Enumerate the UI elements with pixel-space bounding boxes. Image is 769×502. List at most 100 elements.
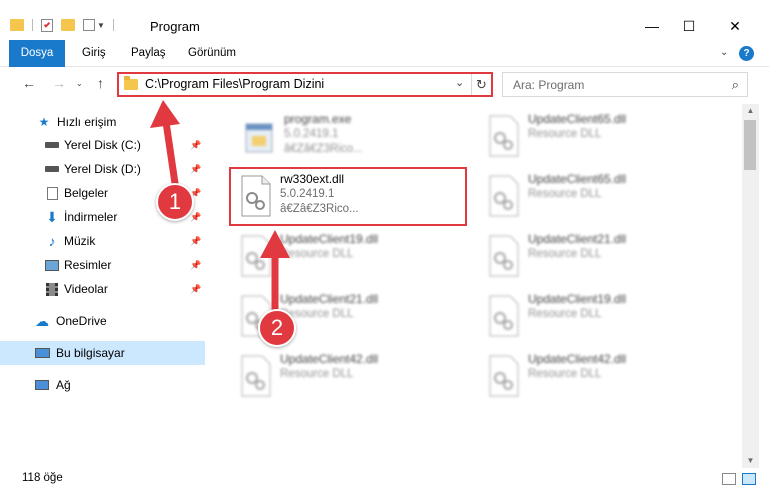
nav-label: İndirmeler: [64, 210, 118, 224]
chevron-down-icon[interactable]: ⌄: [455, 76, 464, 89]
nav-label: Yerel Disk (C:): [64, 138, 141, 152]
downloads-icon: ⬇: [46, 208, 58, 225]
search-icon[interactable]: ⌕: [732, 77, 739, 93]
file-name: UpdateClient19.dll: [280, 232, 379, 246]
nav-label: OneDrive: [56, 314, 107, 328]
file-name: UpdateClient65.dll: [528, 112, 627, 126]
scrollbar-thumb[interactable]: [744, 120, 756, 170]
close-button[interactable]: ✕: [712, 12, 758, 40]
maximize-button[interactable]: ☐: [666, 12, 712, 40]
file-name: UpdateClient21.dll: [528, 232, 627, 246]
star-icon: ★: [38, 115, 50, 129]
music-icon: ♪: [48, 233, 56, 249]
quick-access-toolbar: ▼: [10, 16, 114, 34]
properties-icon[interactable]: [41, 18, 53, 32]
address-bar[interactable]: C:\Program Files\Program Dizini ⌄ ↻: [117, 72, 493, 97]
pictures-icon: [44, 258, 60, 272]
file-item[interactable]: UpdateClient21.dll Resource DLL: [480, 230, 720, 288]
details-view-icon[interactable]: [722, 473, 736, 485]
nav-item-drive-d[interactable]: Yerel Disk (D:) 📌: [0, 157, 205, 181]
file-item[interactable]: UpdateClient19.dll Resource DLL: [232, 230, 472, 288]
scroll-down-icon[interactable]: ▼: [742, 454, 759, 468]
up-arrow-icon[interactable]: ↑: [97, 75, 104, 91]
pin-icon[interactable]: 📌: [190, 212, 201, 223]
help-icon[interactable]: ?: [739, 46, 754, 61]
new-folder-icon[interactable]: [61, 19, 75, 31]
file-type: Resource DLL: [280, 248, 354, 260]
scroll-up-icon[interactable]: ▲: [742, 104, 759, 118]
divider: [112, 19, 114, 31]
nav-label: Müzik: [64, 234, 96, 248]
nav-label: Hızlı erişim: [57, 115, 117, 129]
dll-file-icon: [489, 355, 519, 397]
nav-item-music[interactable]: ♪ Müzik 📌: [0, 229, 205, 253]
nav-item-videos[interactable]: Videolar 📌: [0, 277, 205, 301]
pin-icon[interactable]: 📌: [190, 284, 201, 295]
nav-label: Bu bilgisayar: [56, 346, 125, 360]
title-bar: ▼ Program — ☐ ✕: [0, 0, 769, 40]
window-title: Program: [150, 19, 200, 34]
drive-icon: [44, 138, 60, 152]
nav-label: Videolar: [64, 282, 108, 296]
view-options-icon[interactable]: [83, 19, 95, 31]
status-bar: 118 öğe: [0, 468, 769, 502]
nav-item-network[interactable]: Ağ: [0, 373, 205, 397]
address-path[interactable]: C:\Program Files\Program Dizini: [145, 77, 324, 91]
file-item[interactable]: UpdateClient19.dll Resource DLL: [480, 290, 720, 348]
nav-item-pictures[interactable]: Resimler 📌: [0, 253, 205, 277]
nav-item-drive-c[interactable]: Yerel Disk (C:) 📌: [0, 133, 205, 157]
forward-arrow-icon[interactable]: →: [52, 75, 66, 91]
file-name: program.exe: [284, 112, 352, 126]
large-icons-view-icon[interactable]: [742, 473, 756, 485]
computer-icon: [34, 346, 50, 360]
nav-label: Yerel Disk (D:): [64, 162, 141, 176]
pin-icon[interactable]: 📌: [190, 236, 201, 247]
folder-icon[interactable]: [10, 19, 24, 31]
dll-file-icon: [489, 115, 519, 157]
back-arrow-icon[interactable]: ←: [22, 75, 36, 91]
tab-home[interactable]: Giriş: [72, 40, 116, 67]
cloud-icon: ☁: [35, 312, 49, 329]
pin-icon[interactable]: 📌: [190, 140, 201, 151]
file-type: Resource DLL: [528, 188, 602, 200]
nav-quick-access[interactable]: ★ Hızlı erişim: [0, 110, 205, 134]
search-box[interactable]: Ara: Program ⌕: [502, 72, 748, 97]
videos-icon: [44, 282, 60, 296]
file-type: Resource DLL: [528, 248, 602, 260]
nav-item-this-pc[interactable]: Bu bilgisayar: [0, 341, 205, 365]
nav-label: Ağ: [56, 378, 71, 392]
tab-file[interactable]: Dosya: [9, 40, 65, 67]
search-input[interactable]: Ara: Program: [513, 78, 584, 92]
step-1-badge: 1: [156, 183, 194, 221]
ribbon-tabs: Dosya Giriş Paylaş Görünüm ⌄ ?: [0, 40, 769, 67]
file-name: UpdateClient65.dll: [528, 172, 627, 186]
expand-ribbon-icon[interactable]: ⌄: [720, 47, 728, 58]
dll-file-icon: [489, 175, 519, 217]
file-version: 5.0.2419.1: [284, 128, 339, 140]
vertical-scrollbar[interactable]: ▲ ▼: [742, 104, 759, 468]
dll-file-icon: [241, 355, 271, 397]
address-row: ← → ⌄ ↑ C:\Program Files\Program Dizini …: [0, 67, 769, 101]
file-name: UpdateClient19.dll: [528, 292, 627, 306]
nav-item-onedrive[interactable]: ☁ OneDrive: [0, 309, 205, 333]
refresh-icon[interactable]: ↻: [471, 74, 491, 95]
nav-label: Belgeler: [64, 186, 109, 200]
file-item[interactable]: UpdateClient42.dll Resource DLL: [480, 350, 720, 408]
dll-file-icon: [241, 235, 271, 277]
file-type: Resource DLL: [528, 128, 602, 140]
pin-icon[interactable]: 📌: [190, 164, 201, 175]
recent-locations-icon[interactable]: ⌄: [76, 79, 83, 88]
pin-icon[interactable]: 📌: [190, 260, 201, 271]
file-item[interactable]: program.exe 5.0.2419.1 â€Zâ€Z3Rico...: [236, 110, 476, 168]
customize-dropdown-icon[interactable]: ▼: [97, 21, 105, 30]
tab-share[interactable]: Paylaş: [121, 40, 176, 67]
tab-view[interactable]: Görünüm: [178, 40, 246, 67]
file-type: Resource DLL: [528, 308, 602, 320]
file-item[interactable]: UpdateClient65.dll Resource DLL: [480, 170, 720, 228]
file-name: UpdateClient42.dll: [280, 352, 379, 366]
dll-file-icon: [489, 235, 519, 277]
file-item[interactable]: UpdateClient42.dll Resource DLL: [232, 350, 472, 408]
file-item[interactable]: UpdateClient65.dll Resource DLL: [480, 110, 720, 168]
file-type: Resource DLL: [528, 368, 602, 380]
step-2-badge: 2: [258, 309, 296, 347]
